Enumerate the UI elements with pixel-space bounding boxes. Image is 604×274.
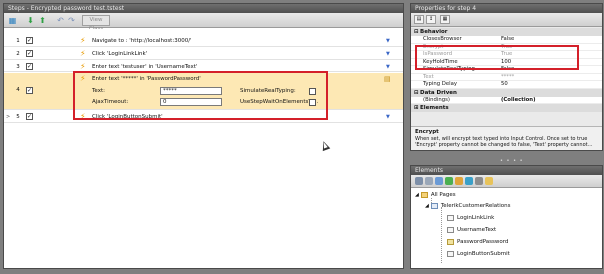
description-text: When set, will encrypt text typed into I…: [415, 136, 593, 148]
tree-node-label: LoginLinkLink: [457, 215, 495, 221]
action-bolt-icon: ⚡: [80, 62, 86, 71]
property-value[interactable]: *****: [501, 74, 514, 82]
elements-category[interactable]: ⊞Elements: [411, 104, 602, 112]
chevron-down-icon[interactable]: ▼: [386, 51, 390, 57]
chevron-down-icon[interactable]: ▼: [386, 38, 390, 44]
property-pages-icon[interactable]: ▦: [440, 15, 450, 24]
tree-node-element[interactable]: UsernameText: [447, 226, 496, 235]
page-icon: [430, 202, 438, 209]
steps-list: 1 ✓ ⚡ Navigate to : 'http://localhost:30…: [4, 29, 403, 268]
step-enabled-checkbox[interactable]: ✓: [26, 63, 33, 70]
behavior-category[interactable]: ⊟Behavior: [411, 28, 602, 36]
password-element-icon: [447, 238, 454, 245]
property-name: (Bindings): [423, 96, 450, 103]
property-value[interactable]: (Collection): [501, 97, 536, 105]
tree-connector: [441, 207, 442, 263]
step-description: Click 'LoginLinkLink': [92, 51, 148, 57]
alphabetical-view-icon[interactable]: ↕: [426, 15, 436, 24]
step-row-1[interactable]: 1 ✓ ⚡ Navigate to : 'http://localhost:30…: [4, 35, 403, 47]
data-driven-category[interactable]: ⊟Data Driven: [411, 88, 602, 97]
property-name: ClosesBrowser: [423, 36, 462, 42]
properties-panel: Properties for step 4 ▤ ↕ ▦ ⊟Behavior Cl…: [410, 3, 603, 151]
chevron-down-icon[interactable]: ▼: [386, 114, 390, 120]
settings-icon[interactable]: [425, 177, 433, 185]
chevron-down-icon[interactable]: ▼: [386, 64, 390, 70]
elements-tree: ◢ All Pages ◢ TelerikCustomerRelations Log…: [411, 189, 602, 268]
textbox-element-icon: [447, 226, 454, 233]
property-row-bindings[interactable]: (Bindings) (Collection): [411, 96, 602, 105]
tree-node-all-pages[interactable]: ◢ All Pages: [415, 191, 456, 200]
tree-node-label: All Pages: [430, 192, 456, 198]
property-value[interactable]: 50: [501, 81, 508, 89]
property-row-text[interactable]: Text *****: [411, 73, 602, 82]
steps-toolbar: ▦ ⬇ ⬆ ↶ ↷ View Class: [4, 13, 403, 32]
step-description: Navigate to : 'http://localhost:3000/': [92, 38, 192, 44]
action-bolt-icon: ⚡: [80, 49, 86, 58]
property-row-typing-delay[interactable]: Typing Delay 50: [411, 81, 602, 89]
tree-node-label: PasswordPassword: [457, 239, 509, 245]
elements-panel-title: Elements: [411, 166, 602, 175]
tree-node-element[interactable]: PasswordPassword: [447, 238, 508, 247]
move-up-icon[interactable]: ⬆: [38, 16, 47, 25]
steps-panel: Steps - Encrypted password test.tstest ▦…: [3, 3, 404, 269]
step-number: 5: [16, 114, 20, 120]
folder-icon[interactable]: ▤: [384, 75, 391, 83]
property-grid: ⊟Behavior ClosesBrowser False Encrypt Tr…: [411, 28, 602, 112]
collapse-arrow-icon[interactable]: ◢: [425, 203, 429, 209]
panel-splitter[interactable]: • • • •: [500, 158, 524, 164]
category-label: Data Driven: [420, 89, 457, 96]
grid-icon[interactable]: ▦: [8, 16, 17, 25]
highlight-icon[interactable]: [455, 177, 463, 185]
category-label: Elements: [420, 105, 449, 111]
action-bolt-icon: ⚡: [80, 36, 86, 45]
button-element-icon: [447, 250, 454, 257]
add-element-icon[interactable]: [445, 177, 453, 185]
current-step-marker-icon: >: [6, 114, 11, 120]
refresh-icon[interactable]: [415, 177, 423, 185]
step-enabled-checkbox[interactable]: ✓: [26, 37, 33, 44]
tree-node-label: LoginButtonSubmit: [457, 251, 510, 257]
tree-node-page[interactable]: ◢ TelerikCustomerRelations: [425, 202, 511, 211]
categorized-view-icon[interactable]: ▤: [414, 15, 424, 24]
elements-panel: Elements ◢ All Pages ◢ TelerikCustomerRela…: [410, 165, 603, 269]
move-down-icon[interactable]: ⬇: [26, 16, 35, 25]
step-enabled-checkbox[interactable]: ✓: [26, 113, 33, 120]
tree-node-element[interactable]: LoginButtonSubmit: [447, 250, 510, 259]
step-enabled-checkbox[interactable]: ✓: [26, 50, 33, 57]
step-enabled-checkbox[interactable]: ✓: [26, 87, 33, 94]
steps-panel-title: Steps - Encrypted password test.tstest: [4, 4, 403, 13]
property-description: Encrypt When set, will encrypt text type…: [411, 126, 602, 150]
properties-toolbar: ▤ ↕ ▦: [411, 13, 602, 27]
find-icon[interactable]: [465, 177, 473, 185]
properties-panel-title: Properties for step 4: [411, 4, 602, 13]
folder-icon[interactable]: [485, 177, 493, 185]
redo-icon[interactable]: ↷: [67, 16, 76, 25]
step-number: 1: [16, 38, 20, 44]
locate-icon[interactable]: [435, 177, 443, 185]
annotation-highlight-box: [415, 45, 579, 70]
property-name: Text: [423, 73, 434, 80]
description-title: Encrypt: [415, 129, 439, 135]
tree-node-label: UsernameText: [457, 227, 497, 233]
property-value[interactable]: False: [501, 36, 514, 44]
property-row-closesbrowser[interactable]: ClosesBrowser False: [411, 36, 602, 44]
view-class-button[interactable]: View Class: [82, 15, 110, 32]
step-number: 4: [16, 87, 20, 93]
tree-node-element[interactable]: LoginLinkLink: [447, 214, 494, 223]
step-row-2[interactable]: 2 ✓ ⚡ Click 'LoginLinkLink' ▼: [4, 48, 403, 60]
step-number: 2: [16, 51, 20, 57]
category-label: Behavior: [420, 29, 448, 35]
collapse-arrow-icon[interactable]: ◢: [415, 192, 419, 198]
folder-icon: [420, 191, 428, 198]
step-description: Enter text 'testuser' in 'UsernameText': [92, 64, 198, 70]
step-number: 3: [16, 64, 20, 70]
elements-toolbar: [411, 175, 602, 188]
link-element-icon: [447, 214, 454, 221]
tree-node-label: TelerikCustomerRelations: [440, 203, 511, 209]
annotation-highlight-box: [73, 71, 328, 120]
delete-icon[interactable]: [475, 177, 483, 185]
undo-icon[interactable]: ↶: [56, 16, 65, 25]
property-name: Typing Delay: [423, 81, 457, 87]
